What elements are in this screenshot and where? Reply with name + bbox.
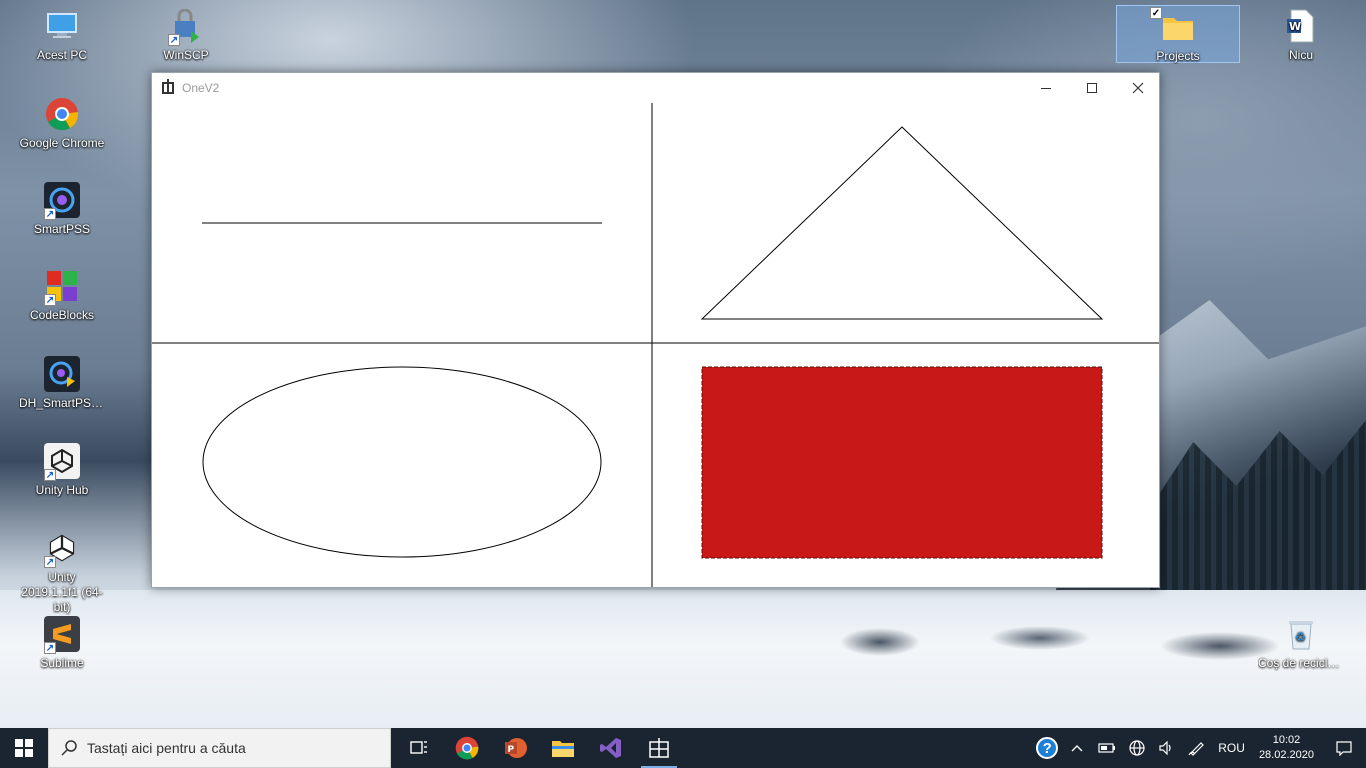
- shape-rectangle: [701, 366, 1103, 559]
- start-button[interactable]: [0, 728, 48, 768]
- shortcut-arrow-icon: ↗: [44, 642, 56, 654]
- desktop-icon-label: Acest PC: [36, 48, 87, 62]
- close-icon: [1132, 82, 1144, 94]
- task-view-icon: [410, 741, 427, 754]
- windows-logo-icon: [15, 739, 33, 757]
- globe-icon: [1129, 740, 1145, 756]
- system-tray: ? ROU 10:02 28.02.2020: [1032, 728, 1366, 768]
- speaker-icon: [1159, 741, 1171, 755]
- desktop-icon-label: Nicu: [1288, 48, 1313, 62]
- desktop-icon-codeblocks[interactable]: ↗ CodeBlocks: [19, 268, 105, 323]
- sublime-icon: ↗: [44, 616, 80, 654]
- desktop-icon-label: Sublime: [40, 656, 84, 670]
- word-document-icon: W: [1283, 8, 1319, 44]
- clock-date: 28.02.2020: [1258, 749, 1314, 761]
- network-tray-item[interactable]: [1122, 728, 1152, 768]
- window-title: OneV2: [182, 81, 220, 95]
- folder-icon: [552, 741, 574, 757]
- smartpss-icon: ↗: [44, 182, 80, 220]
- help-tray-item[interactable]: ?: [1032, 728, 1062, 768]
- search-placeholder: Tastați aici pentru a căuta: [87, 740, 246, 756]
- app-icon: [162, 79, 174, 94]
- folder-icon: ✓: [1150, 7, 1196, 45]
- desktop-icon-unity-hub[interactable]: ↗ Unity Hub: [19, 443, 105, 498]
- smartpss-installer-icon: [44, 356, 80, 392]
- desktop-icon-label: WinSCP: [163, 48, 209, 62]
- visual-studio-icon: [600, 738, 621, 758]
- recycle-bin-icon: ♻: [1283, 616, 1319, 652]
- chrome-icon: [455, 736, 479, 760]
- checkbox-icon[interactable]: ✓: [1150, 7, 1162, 19]
- help-icon: ?: [1036, 737, 1059, 759]
- unity-icon: ↗: [44, 530, 80, 568]
- taskbar-task-view[interactable]: [395, 728, 443, 768]
- volume-tray-item[interactable]: [1152, 728, 1182, 768]
- taskbar: Tastați aici pentru a căuta P ? ROU 10:0…: [0, 728, 1366, 768]
- desktop-icon-smartpss[interactable]: ↗ SmartPSS: [19, 182, 105, 237]
- shortcut-arrow-icon: ↗: [44, 469, 56, 481]
- desktop-icon-recycle-bin[interactable]: ♻ Coș de reciclare: [1258, 616, 1344, 671]
- unity-hub-icon: ↗: [44, 443, 80, 481]
- show-hidden-icons-button[interactable]: [1062, 728, 1092, 768]
- clock-time: 10:02: [1272, 734, 1301, 746]
- desktop-icon-label: Unity Hub: [35, 483, 89, 497]
- taskbar-visual-studio[interactable]: [587, 728, 635, 768]
- desktop-icon-unity-2019[interactable]: ↗ Unity 2019.1.1f1 (64-bit): [19, 530, 105, 615]
- desktop-icon-google-chrome[interactable]: Google Chrome: [19, 96, 105, 151]
- shortcut-arrow-icon: ↗: [44, 208, 56, 220]
- battery-tray-item[interactable]: [1092, 728, 1122, 768]
- desktop-icon-label: CodeBlocks: [29, 308, 95, 322]
- svg-text:P: P: [508, 745, 515, 755]
- pen-icon: [1188, 742, 1205, 756]
- svg-text:♻: ♻: [1295, 630, 1306, 644]
- desktop-icon-label: Projects: [1156, 49, 1200, 63]
- search-icon: [61, 740, 77, 756]
- shortcut-arrow-icon: ↗: [168, 34, 180, 46]
- codeblocks-icon: ↗: [44, 268, 80, 306]
- action-center-button[interactable]: [1322, 728, 1366, 768]
- minimize-button[interactable]: [1023, 73, 1069, 103]
- app-window[interactable]: OneV2: [151, 72, 1160, 588]
- maximize-button[interactable]: [1069, 73, 1115, 103]
- winscp-icon: ↗: [168, 8, 204, 46]
- battery-icon: [1098, 743, 1116, 753]
- drawing-canvas[interactable]: [152, 103, 1159, 587]
- maximize-icon: [1087, 83, 1097, 93]
- powerpoint-icon: P: [505, 738, 527, 758]
- desktop-icon-label: Coș de reciclare: [1258, 656, 1344, 670]
- language-indicator[interactable]: ROU: [1212, 728, 1251, 768]
- desktop-icon-winscp[interactable]: ↗ WinSCP: [143, 8, 229, 63]
- shape-ellipse: [202, 366, 602, 558]
- desktop-icon-this-pc[interactable]: Acest PC: [19, 8, 105, 63]
- taskbar-file-explorer[interactable]: [539, 728, 587, 768]
- chevron-up-icon: [1071, 745, 1083, 752]
- desktop-icon-label: Unity 2019.1.1f1 (64-bit): [21, 570, 103, 614]
- desktop-icon-dh-smartpss[interactable]: DH_SmartPSS_Intern...: [19, 356, 105, 411]
- monitor-icon: [44, 8, 80, 44]
- pen-tray-item[interactable]: [1182, 728, 1212, 768]
- clock[interactable]: 10:02 28.02.2020: [1251, 728, 1322, 768]
- desktop-icon-label: DH_SmartPSS_Intern...: [19, 396, 105, 410]
- shortcut-arrow-icon: ↗: [44, 556, 56, 568]
- minimize-icon: [1041, 87, 1051, 89]
- app-icon: [649, 738, 669, 758]
- taskbar-search-box[interactable]: Tastați aici pentru a căuta: [48, 728, 391, 768]
- shortcut-arrow-icon: ↗: [44, 294, 56, 306]
- taskbar-google-chrome[interactable]: [443, 728, 491, 768]
- title-bar[interactable]: OneV2: [152, 73, 1159, 103]
- close-button[interactable]: [1115, 73, 1161, 103]
- desktop-icon-nicu[interactable]: W Nicu: [1258, 8, 1344, 63]
- desktop-icon-projects[interactable]: ✓ Projects: [1116, 5, 1240, 63]
- desktop-icon-label: SmartPSS: [33, 222, 90, 236]
- chrome-icon: [44, 96, 80, 132]
- taskbar-powerpoint[interactable]: P: [491, 728, 539, 768]
- desktop-icon-sublime[interactable]: ↗ Sublime: [19, 616, 105, 671]
- shape-triangle: [700, 126, 1104, 320]
- taskbar-onev2[interactable]: [635, 728, 683, 768]
- svg-text:W: W: [1289, 20, 1301, 33]
- desktop-icon-label: Google Chrome: [19, 136, 105, 150]
- notification-icon: [1336, 741, 1352, 756]
